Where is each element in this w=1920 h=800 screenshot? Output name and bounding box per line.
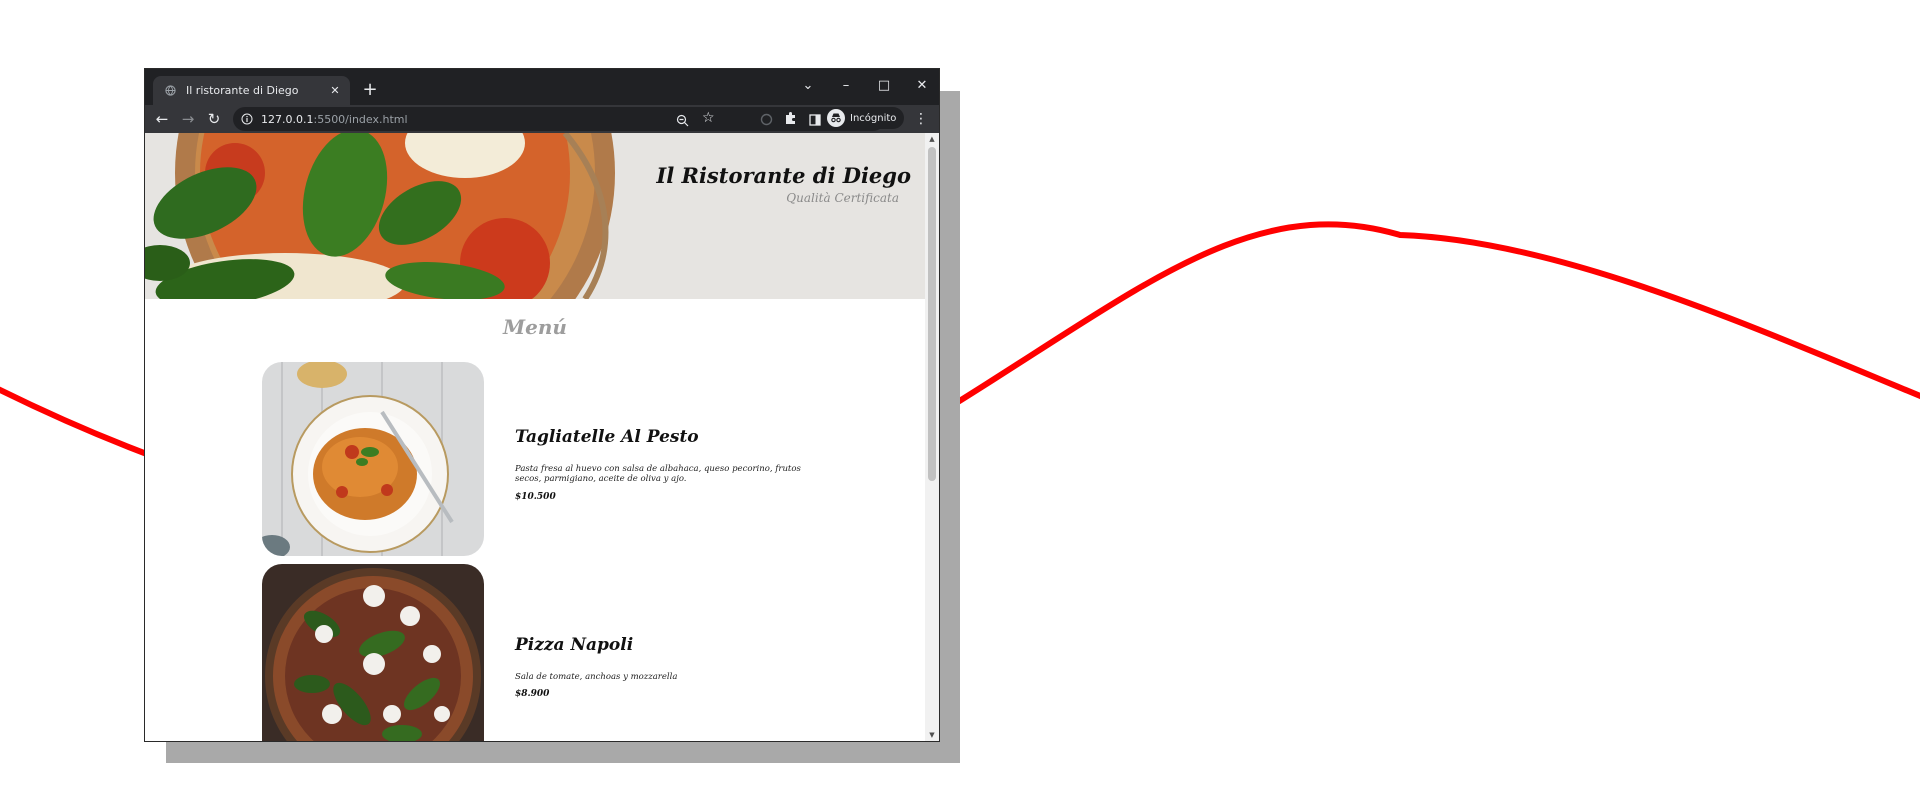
globe-icon xyxy=(164,84,177,97)
menu-heading: Menú xyxy=(503,315,567,339)
maximize-icon[interactable]: □ xyxy=(865,75,903,97)
minimize-icon[interactable]: – xyxy=(827,75,865,97)
pizza-banner-image xyxy=(145,133,925,299)
dish-price: $10.500 xyxy=(515,492,556,502)
page-viewport: Il Ristorante di Diego Qualità Certifica… xyxy=(145,133,925,741)
browser-window: Il ristorante di Diego ✕ + ⌄ – □ ✕ ← → ↻… xyxy=(145,69,939,741)
side-panel-icon[interactable] xyxy=(809,111,822,126)
back-arrow-icon[interactable]: ← xyxy=(149,106,175,132)
site-subtitle: Qualità Certificata xyxy=(786,191,899,205)
dish-price: $8.900 xyxy=(515,689,550,699)
tab-title: Il ristorante di Diego xyxy=(186,84,299,97)
dish-photo-pizza xyxy=(262,564,484,741)
profile-label: Incógnito xyxy=(850,112,897,124)
tab-close-icon[interactable]: ✕ xyxy=(325,84,345,97)
new-tab-button[interactable]: + xyxy=(358,78,382,102)
tab-search-icon[interactable]: ⌄ xyxy=(789,75,827,97)
scroll-thumb[interactable] xyxy=(928,147,936,481)
close-window-icon[interactable]: ✕ xyxy=(903,75,939,97)
page-scrollbar[interactable]: ▲ ▼ xyxy=(925,133,939,741)
zoom-out-icon[interactable] xyxy=(676,112,690,127)
url-host: 127.0.0.1 xyxy=(261,112,314,126)
extension-icon[interactable] xyxy=(784,110,798,124)
browser-titlebar: Il ristorante di Diego ✕ + ⌄ – □ ✕ xyxy=(145,69,939,105)
dish-description: Sala de tomate, anchoas y mozzarella xyxy=(515,672,678,682)
star-icon[interactable]: ☆ xyxy=(702,110,715,126)
dish-name: Tagliatelle Al Pesto xyxy=(515,427,699,447)
url-path: :5500/index.html xyxy=(313,112,408,126)
profile-button[interactable]: Incógnito xyxy=(825,107,905,129)
browser-tab[interactable]: Il ristorante di Diego ✕ xyxy=(153,76,350,105)
reload-icon[interactable]: ↻ xyxy=(201,106,227,132)
browser-toolbar: ← → ↻ 127.0.0.1:5500/index.html ☆ Incógn… xyxy=(145,105,939,133)
hero-banner: Il Ristorante di Diego Qualità Certifica… xyxy=(145,133,925,299)
kebab-menu-icon[interactable]: ⋮ xyxy=(914,109,928,129)
forward-arrow-icon[interactable]: → xyxy=(175,106,201,132)
dish-name: Pizza Napoli xyxy=(515,635,634,655)
scroll-down-icon[interactable]: ▼ xyxy=(925,729,939,741)
dish-description: Pasta fresa al huevo con salsa de albaha… xyxy=(515,464,801,484)
site-title: Il Ristorante di Diego xyxy=(656,163,911,188)
dish-photo-pasta xyxy=(262,362,484,556)
extension-status-icon[interactable] xyxy=(760,111,774,126)
scroll-up-icon[interactable]: ▲ xyxy=(925,133,939,145)
incognito-icon xyxy=(827,109,845,127)
url-text: 127.0.0.1:5500/index.html xyxy=(261,113,408,126)
info-icon[interactable] xyxy=(241,113,253,125)
